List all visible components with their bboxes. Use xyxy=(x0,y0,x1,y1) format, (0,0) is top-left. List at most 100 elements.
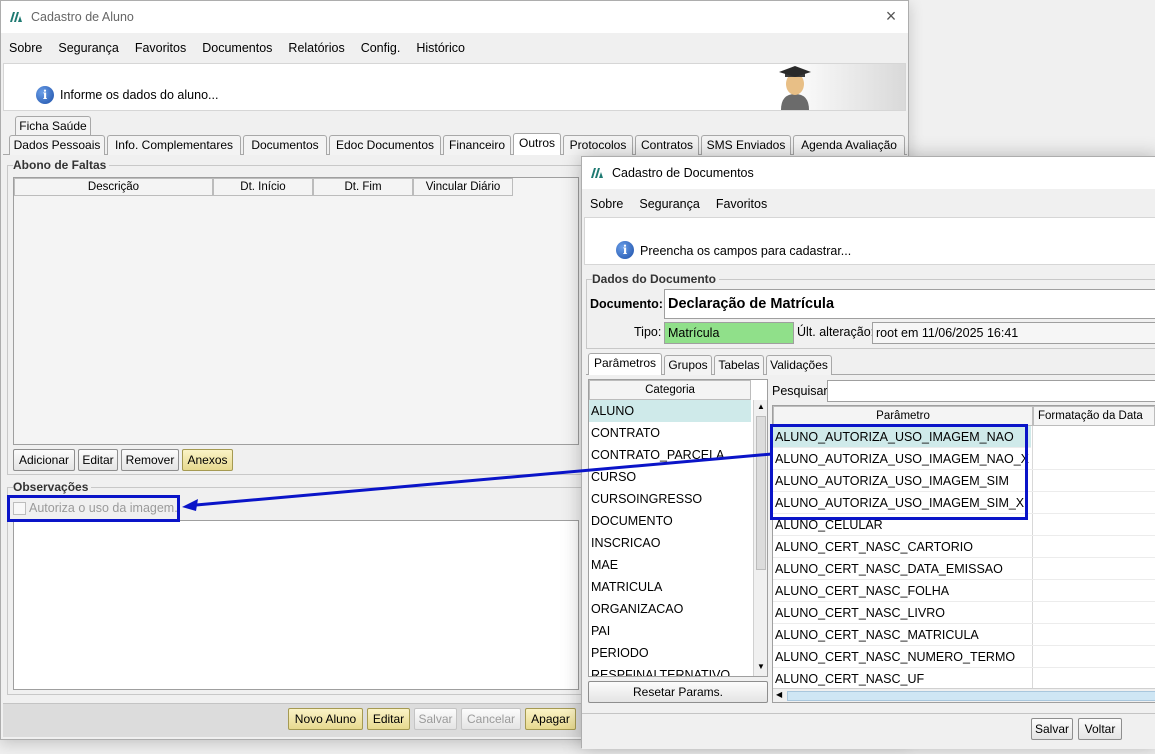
list-item[interactable]: MATRICULA xyxy=(589,576,751,598)
ult-alteracao-value: root em 11/06/2025 16:41 xyxy=(876,326,1019,340)
list-item[interactable]: MAE xyxy=(589,554,751,576)
tab-validacoes[interactable]: Validações xyxy=(766,355,832,375)
tab-outros[interactable]: Outros xyxy=(513,133,561,155)
documentos-window-title: Cadastro de Documentos xyxy=(612,166,754,180)
salvar-doc-button[interactable]: Salvar xyxy=(1031,718,1073,740)
documento-field[interactable]: Declaração de Matrícula xyxy=(664,289,1155,319)
list-item[interactable]: ORGANIZACAO xyxy=(589,598,751,620)
aluno-info-banner: i Informe os dados do aluno... xyxy=(3,63,906,111)
tab-protocolos[interactable]: Protocolos xyxy=(563,135,633,155)
menu-sobre[interactable]: Sobre xyxy=(590,197,623,211)
menu-seguranca[interactable]: Segurança xyxy=(639,197,699,211)
parametro-hscrollbar[interactable]: ◀ xyxy=(773,688,1155,702)
adicionar-button[interactable]: Adicionar xyxy=(13,449,75,471)
apagar-button[interactable]: Apagar xyxy=(525,708,576,730)
tab-grupos[interactable]: Grupos xyxy=(664,355,712,375)
aluno-menubar: Sobre Segurança Favoritos Documentos Rel… xyxy=(1,35,908,61)
editar-button[interactable]: Editar xyxy=(367,708,410,730)
list-item[interactable]: DOCUMENTO xyxy=(589,510,751,532)
tab-dados-pessoais[interactable]: Dados Pessoais xyxy=(9,135,105,155)
tipo-value: Matrícula xyxy=(668,326,720,340)
menu-relatorios[interactable]: Relatórios xyxy=(288,41,344,55)
novo-aluno-button[interactable]: Novo Aluno xyxy=(288,708,363,730)
tab-sms-enviados[interactable]: SMS Enviados xyxy=(701,135,791,155)
aluno-banner-text: Informe os dados do aluno... xyxy=(60,88,219,102)
list-item[interactable]: CONTRATO xyxy=(589,422,751,444)
info-icon: i xyxy=(36,86,54,104)
tipo-field[interactable]: Matrícula xyxy=(664,322,794,344)
editar-abono-button[interactable]: Editar xyxy=(78,449,118,471)
scroll-left-icon[interactable]: ◀ xyxy=(776,690,782,699)
annotation-box-checkbox xyxy=(7,495,180,522)
categoria-items: ALUNO CONTRATO CONTRATO_PARCELA CURSO CU… xyxy=(589,400,753,676)
list-item[interactable]: PERIODO xyxy=(589,642,751,664)
scroll-down-icon[interactable]: ▼ xyxy=(757,662,765,671)
voltar-button[interactable]: Voltar xyxy=(1078,718,1122,740)
abono-col-dt-inicio[interactable]: Dt. Início xyxy=(213,178,313,196)
categoria-header[interactable]: Categoria xyxy=(589,380,751,400)
cancelar-button[interactable]: Cancelar xyxy=(461,708,521,730)
aluno-titlebar: Cadastro de Aluno × xyxy=(1,1,908,33)
abono-table: Descrição Dt. Início Dt. Fim Vincular Di… xyxy=(13,177,579,445)
dados-label: Dados do Documento xyxy=(592,272,720,286)
remover-button[interactable]: Remover xyxy=(121,449,179,471)
menu-favoritos[interactable]: Favoritos xyxy=(135,41,186,55)
observacoes-textarea[interactable] xyxy=(13,520,579,690)
ult-alteracao-label: Últ. alteração: xyxy=(797,325,875,339)
list-item[interactable]: ALUNO xyxy=(589,400,751,422)
tipo-label: Tipo: xyxy=(634,325,662,339)
resetar-params-button[interactable]: Resetar Params. xyxy=(588,681,768,703)
list-item[interactable]: CONTRATO_PARCELA xyxy=(589,444,751,466)
table-row[interactable]: ALUNO_CERT_NASC_DATA_EMISSAO xyxy=(773,558,1155,580)
tab-financeiro[interactable]: Financeiro xyxy=(443,135,511,155)
table-row[interactable]: ALUNO_CERT_NASC_FOLHA xyxy=(773,580,1155,602)
pesquisar-label: Pesquisar: xyxy=(772,384,832,398)
table-row[interactable]: ALUNO_CERT_NASC_MATRICULA xyxy=(773,624,1155,646)
table-row[interactable]: ALUNO_CERT_NASC_CARTORIO xyxy=(773,536,1155,558)
ult-alteracao-field: root em 11/06/2025 16:41 xyxy=(872,322,1155,344)
menu-config[interactable]: Config. xyxy=(361,41,401,55)
menu-favoritos[interactable]: Favoritos xyxy=(716,197,767,211)
list-item[interactable]: INSCRICAO xyxy=(589,532,751,554)
observacoes-label: Observações xyxy=(13,480,92,494)
pesquisar-input[interactable] xyxy=(827,380,1155,402)
menu-historico[interactable]: Histórico xyxy=(416,41,465,55)
graduate-icon xyxy=(779,66,811,110)
abono-col-vincular-diario[interactable]: Vincular Diário xyxy=(413,178,513,196)
list-item[interactable]: CURSOINGRESSO xyxy=(589,488,751,510)
list-item[interactable]: PAI xyxy=(589,620,751,642)
table-row[interactable]: ALUNO_CERT_NASC_LIVRO xyxy=(773,602,1155,624)
close-icon[interactable]: × xyxy=(882,7,900,26)
menu-documentos[interactable]: Documentos xyxy=(202,41,272,55)
documentos-titlebar: Cadastro de Documentos xyxy=(582,157,1155,189)
abono-col-dt-fim[interactable]: Dt. Fim xyxy=(313,178,413,196)
abono-col-descricao[interactable]: Descrição xyxy=(14,178,213,196)
documento-label: Documento: xyxy=(590,297,663,311)
tab-ficha-saude[interactable]: Ficha Saúde xyxy=(15,116,91,136)
parametro-col-header[interactable]: Parâmetro xyxy=(773,406,1033,426)
table-row[interactable]: ALUNO_CERT_NASC_UF xyxy=(773,668,1155,688)
app-logo-icon xyxy=(10,12,22,22)
list-item[interactable]: CURSO xyxy=(589,466,751,488)
scroll-up-icon[interactable]: ▲ xyxy=(757,402,765,411)
info-icon: i xyxy=(616,241,634,259)
menu-sobre[interactable]: Sobre xyxy=(9,41,42,55)
tab-parametros[interactable]: Parâmetros xyxy=(588,353,662,375)
table-row[interactable]: ALUNO_CERT_NASC_NUMERO_TERMO xyxy=(773,646,1155,668)
scroll-thumb[interactable] xyxy=(756,416,766,570)
tab-agenda-avaliacao[interactable]: Agenda Avaliação xyxy=(793,135,905,155)
menu-seguranca[interactable]: Segurança xyxy=(58,41,118,55)
anexos-button[interactable]: Anexos xyxy=(182,449,233,471)
salvar-aluno-button[interactable]: Salvar xyxy=(414,708,457,730)
hscroll-thumb[interactable] xyxy=(787,691,1155,701)
list-item[interactable]: RESPFINALTERNATIVO xyxy=(589,664,751,676)
formatacao-col-header[interactable]: Formatação da Data xyxy=(1033,406,1155,426)
tab-documentos[interactable]: Documentos xyxy=(243,135,327,155)
app-logo-icon xyxy=(591,168,603,178)
categoria-scrollbar[interactable]: ▲ ▼ xyxy=(753,400,767,676)
tab-tabelas[interactable]: Tabelas xyxy=(714,355,764,375)
documentos-banner-text: Preencha os campos para cadastrar... xyxy=(640,244,852,258)
tab-edoc-documentos[interactable]: Edoc Documentos xyxy=(329,135,441,155)
tab-contratos[interactable]: Contratos xyxy=(635,135,699,155)
tab-info-complementares[interactable]: Info. Complementares xyxy=(107,135,241,155)
